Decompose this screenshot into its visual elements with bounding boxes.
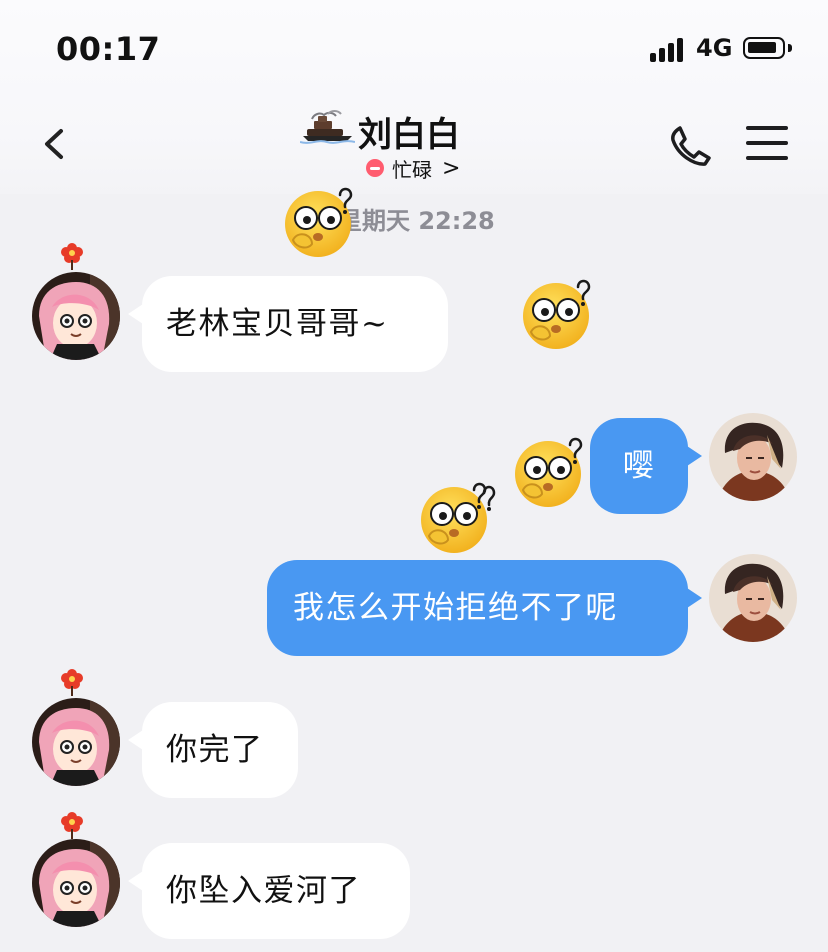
incoming-message-bubble[interactable]: 老林宝贝哥哥~ — [128, 276, 448, 372]
surprised-question-emoji — [523, 279, 591, 349]
back-chevron-icon[interactable] — [34, 124, 74, 164]
boat-icon — [300, 110, 355, 144]
user-avatar[interactable] — [709, 413, 797, 501]
surprised-question-emoji — [285, 187, 353, 257]
incoming-message-bubble[interactable]: 你完了 — [128, 702, 298, 798]
outgoing-message-bubble[interactable]: 嘤 — [590, 418, 702, 514]
contact-avatar[interactable] — [32, 272, 120, 360]
chat-title: 刘白白 — [358, 115, 460, 155]
flower-decoration-icon — [61, 812, 83, 839]
contact-avatar[interactable] — [32, 839, 120, 927]
phone-icon[interactable] — [667, 123, 713, 167]
status-time: 00:17 — [56, 30, 161, 68]
signal-strength-icon — [650, 38, 690, 62]
contact-status[interactable]: 忙碌 > — [366, 155, 461, 182]
incoming-message-bubble[interactable]: 你坠入爱河了 — [128, 843, 410, 939]
flower-decoration-icon — [61, 243, 83, 270]
surprised-question-emoji — [421, 482, 496, 553]
message-text: 你坠入爱河了 — [166, 872, 361, 909]
message-text: 你完了 — [166, 731, 264, 768]
user-avatar[interactable] — [709, 554, 797, 642]
menu-icon[interactable] — [746, 126, 790, 162]
network-type: 4G — [696, 34, 733, 62]
message-text: 我怎么开始拒绝不了呢 — [293, 589, 618, 626]
contact-avatar[interactable] — [32, 698, 120, 786]
outgoing-message-bubble[interactable]: 我怎么开始拒绝不了呢 — [267, 560, 702, 656]
surprised-question-emoji — [515, 437, 583, 507]
battery-tip — [788, 44, 792, 52]
flower-decoration-icon — [61, 669, 83, 696]
conversation-timestamp: 星期天 22:28 — [338, 207, 495, 235]
message-text: 嘤 — [622, 447, 656, 484]
busy-status-icon — [366, 159, 384, 177]
battery-icon — [743, 37, 785, 59]
message-text: 老林宝贝哥哥~ — [166, 305, 389, 342]
status-chevron: > — [442, 155, 461, 181]
contact-status-label: 忙碌 — [392, 157, 432, 182]
